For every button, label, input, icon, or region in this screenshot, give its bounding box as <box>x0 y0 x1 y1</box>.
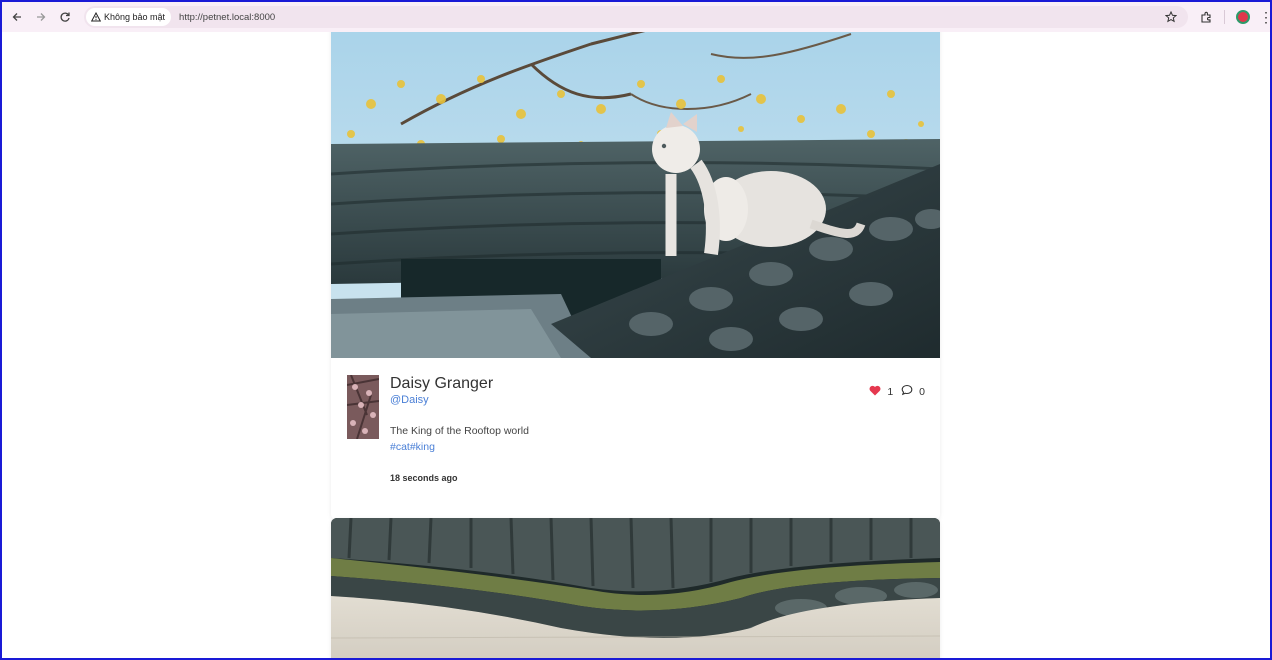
star-icon <box>1165 11 1177 23</box>
browser-window: Không bảo mật http://petnet.local:8000 ⋮ <box>0 0 1272 660</box>
like-button[interactable] <box>869 385 881 399</box>
post-timestamp: 18 seconds ago <box>390 473 458 483</box>
reload-icon <box>60 12 70 22</box>
reload-button[interactable] <box>53 5 77 29</box>
post-image[interactable] <box>331 518 940 658</box>
rooftop-eaves-photo <box>331 518 940 658</box>
profile-icon <box>1236 10 1250 24</box>
comment-count: 0 <box>919 385 925 398</box>
url-text[interactable]: http://petnet.local:8000 <box>179 12 275 23</box>
comment-icon <box>901 384 913 396</box>
author-handle-link[interactable]: @Daisy <box>390 394 429 406</box>
hashtag-links[interactable]: #cat#king <box>390 441 435 453</box>
menu-dots-icon[interactable]: ⋮ <box>1259 10 1270 24</box>
security-label: Không bảo mật <box>104 12 166 22</box>
extensions-button[interactable] <box>1194 5 1218 29</box>
toolbar-divider <box>1224 10 1225 24</box>
comment-button[interactable] <box>901 384 913 399</box>
post-stats: 1 0 <box>869 384 925 399</box>
post-body: Daisy Granger @Daisy The King of the Roo… <box>331 358 940 520</box>
profile-button[interactable] <box>1231 5 1255 29</box>
bookmark-button[interactable] <box>1162 8 1180 26</box>
warning-icon <box>91 12 101 22</box>
author-name[interactable]: Daisy Granger <box>390 375 493 393</box>
toolbar-actions: ⋮ <box>1194 5 1270 29</box>
forward-arrow-icon <box>37 13 46 21</box>
back-arrow-icon <box>12 13 21 21</box>
like-count: 1 <box>887 385 894 398</box>
address-bar[interactable]: Không bảo mật http://petnet.local:8000 <box>84 6 1188 28</box>
post-image[interactable] <box>331 32 940 358</box>
post-card <box>331 518 940 658</box>
feed-page: Daisy Granger @Daisy The King of the Roo… <box>2 32 1270 658</box>
extensions-icon <box>1200 11 1211 23</box>
avatar-image <box>347 375 379 439</box>
back-button[interactable] <box>5 5 29 29</box>
heart-icon <box>869 385 881 395</box>
browser-toolbar: Không bảo mật http://petnet.local:8000 ⋮ <box>2 2 1270 32</box>
post-caption: The King of the Rooftop world <box>390 425 529 437</box>
avatar[interactable] <box>347 375 379 439</box>
cat-on-rooftop-photo <box>331 32 940 358</box>
post-card: Daisy Granger @Daisy The King of the Roo… <box>331 32 940 520</box>
security-chip[interactable]: Không bảo mật <box>86 8 172 26</box>
forward-button[interactable] <box>29 5 53 29</box>
